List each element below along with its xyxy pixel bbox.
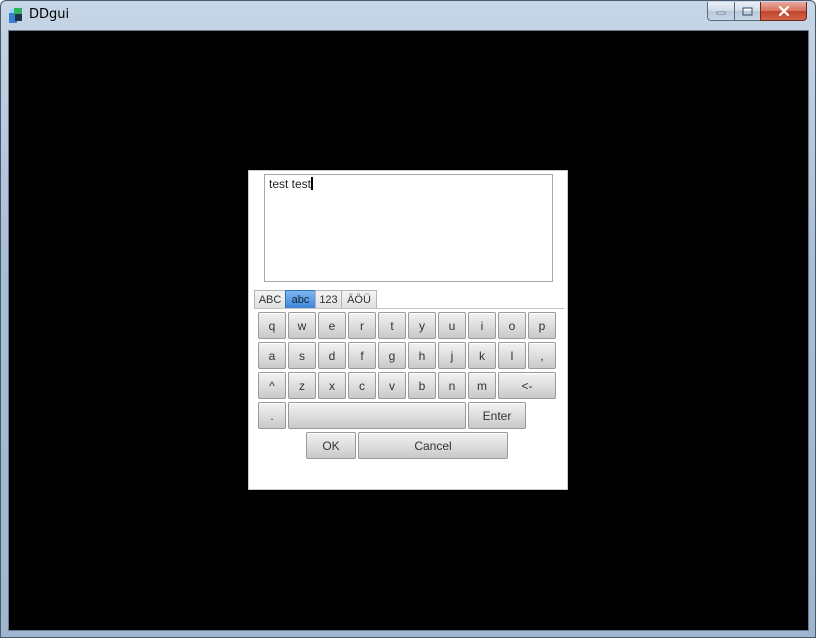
key-m[interactable]: m: [468, 372, 496, 399]
tab-numbers[interactable]: 123: [315, 290, 342, 308]
window-title: DDgui: [29, 7, 70, 22]
tab-upper[interactable]: ABC: [254, 290, 286, 308]
space-button[interactable]: [288, 402, 466, 429]
maximize-button[interactable]: [734, 2, 761, 21]
key-y[interactable]: y: [408, 312, 436, 339]
key-g[interactable]: g: [378, 342, 406, 369]
key-f[interactable]: f: [348, 342, 376, 369]
key-j[interactable]: j: [438, 342, 466, 369]
keyboard-dialog: test test ABC abc 123 ÄÖÜ q w e r t y u …: [248, 170, 568, 490]
close-button[interactable]: [760, 2, 807, 21]
cancel-button[interactable]: Cancel: [358, 432, 508, 459]
key-z[interactable]: z: [288, 372, 316, 399]
key-a[interactable]: a: [258, 342, 286, 369]
ok-button[interactable]: OK: [306, 432, 356, 459]
key-period[interactable]: .: [258, 402, 286, 429]
key-n[interactable]: n: [438, 372, 466, 399]
key-caret[interactable]: ^: [258, 372, 286, 399]
backspace-button[interactable]: <-: [498, 372, 556, 399]
text-caret: [311, 177, 314, 190]
key-q[interactable]: q: [258, 312, 286, 339]
minimize-button[interactable]: [707, 2, 735, 21]
key-k[interactable]: k: [468, 342, 496, 369]
enter-button[interactable]: Enter: [468, 402, 526, 429]
key-b[interactable]: b: [408, 372, 436, 399]
tab-lower[interactable]: abc: [285, 290, 316, 308]
key-p[interactable]: p: [528, 312, 556, 339]
key-comma[interactable]: ,: [528, 342, 556, 369]
minimize-icon: [716, 11, 726, 15]
key-l[interactable]: l: [498, 342, 526, 369]
key-t[interactable]: t: [378, 312, 406, 339]
key-e[interactable]: e: [318, 312, 346, 339]
key-c[interactable]: c: [348, 372, 376, 399]
key-x[interactable]: x: [318, 372, 346, 399]
key-r[interactable]: r: [348, 312, 376, 339]
key-u[interactable]: u: [438, 312, 466, 339]
keyboard-tabs: ABC abc 123 ÄÖÜ: [254, 290, 377, 308]
key-v[interactable]: v: [378, 372, 406, 399]
text-value: test test: [269, 177, 312, 191]
key-i[interactable]: i: [468, 312, 496, 339]
key-s[interactable]: s: [288, 342, 316, 369]
key-d[interactable]: d: [318, 342, 346, 369]
key-h[interactable]: h: [408, 342, 436, 369]
text-input[interactable]: test test: [264, 174, 553, 282]
maximize-icon: [742, 7, 753, 15]
title-bar[interactable]: DDgui: [1, 1, 815, 29]
key-w[interactable]: w: [288, 312, 316, 339]
key-o[interactable]: o: [498, 312, 526, 339]
tab-divider: [254, 308, 564, 309]
close-icon: [778, 6, 789, 16]
tab-umlauts[interactable]: ÄÖÜ: [341, 290, 377, 308]
ddgui-app-icon: [9, 8, 22, 23]
